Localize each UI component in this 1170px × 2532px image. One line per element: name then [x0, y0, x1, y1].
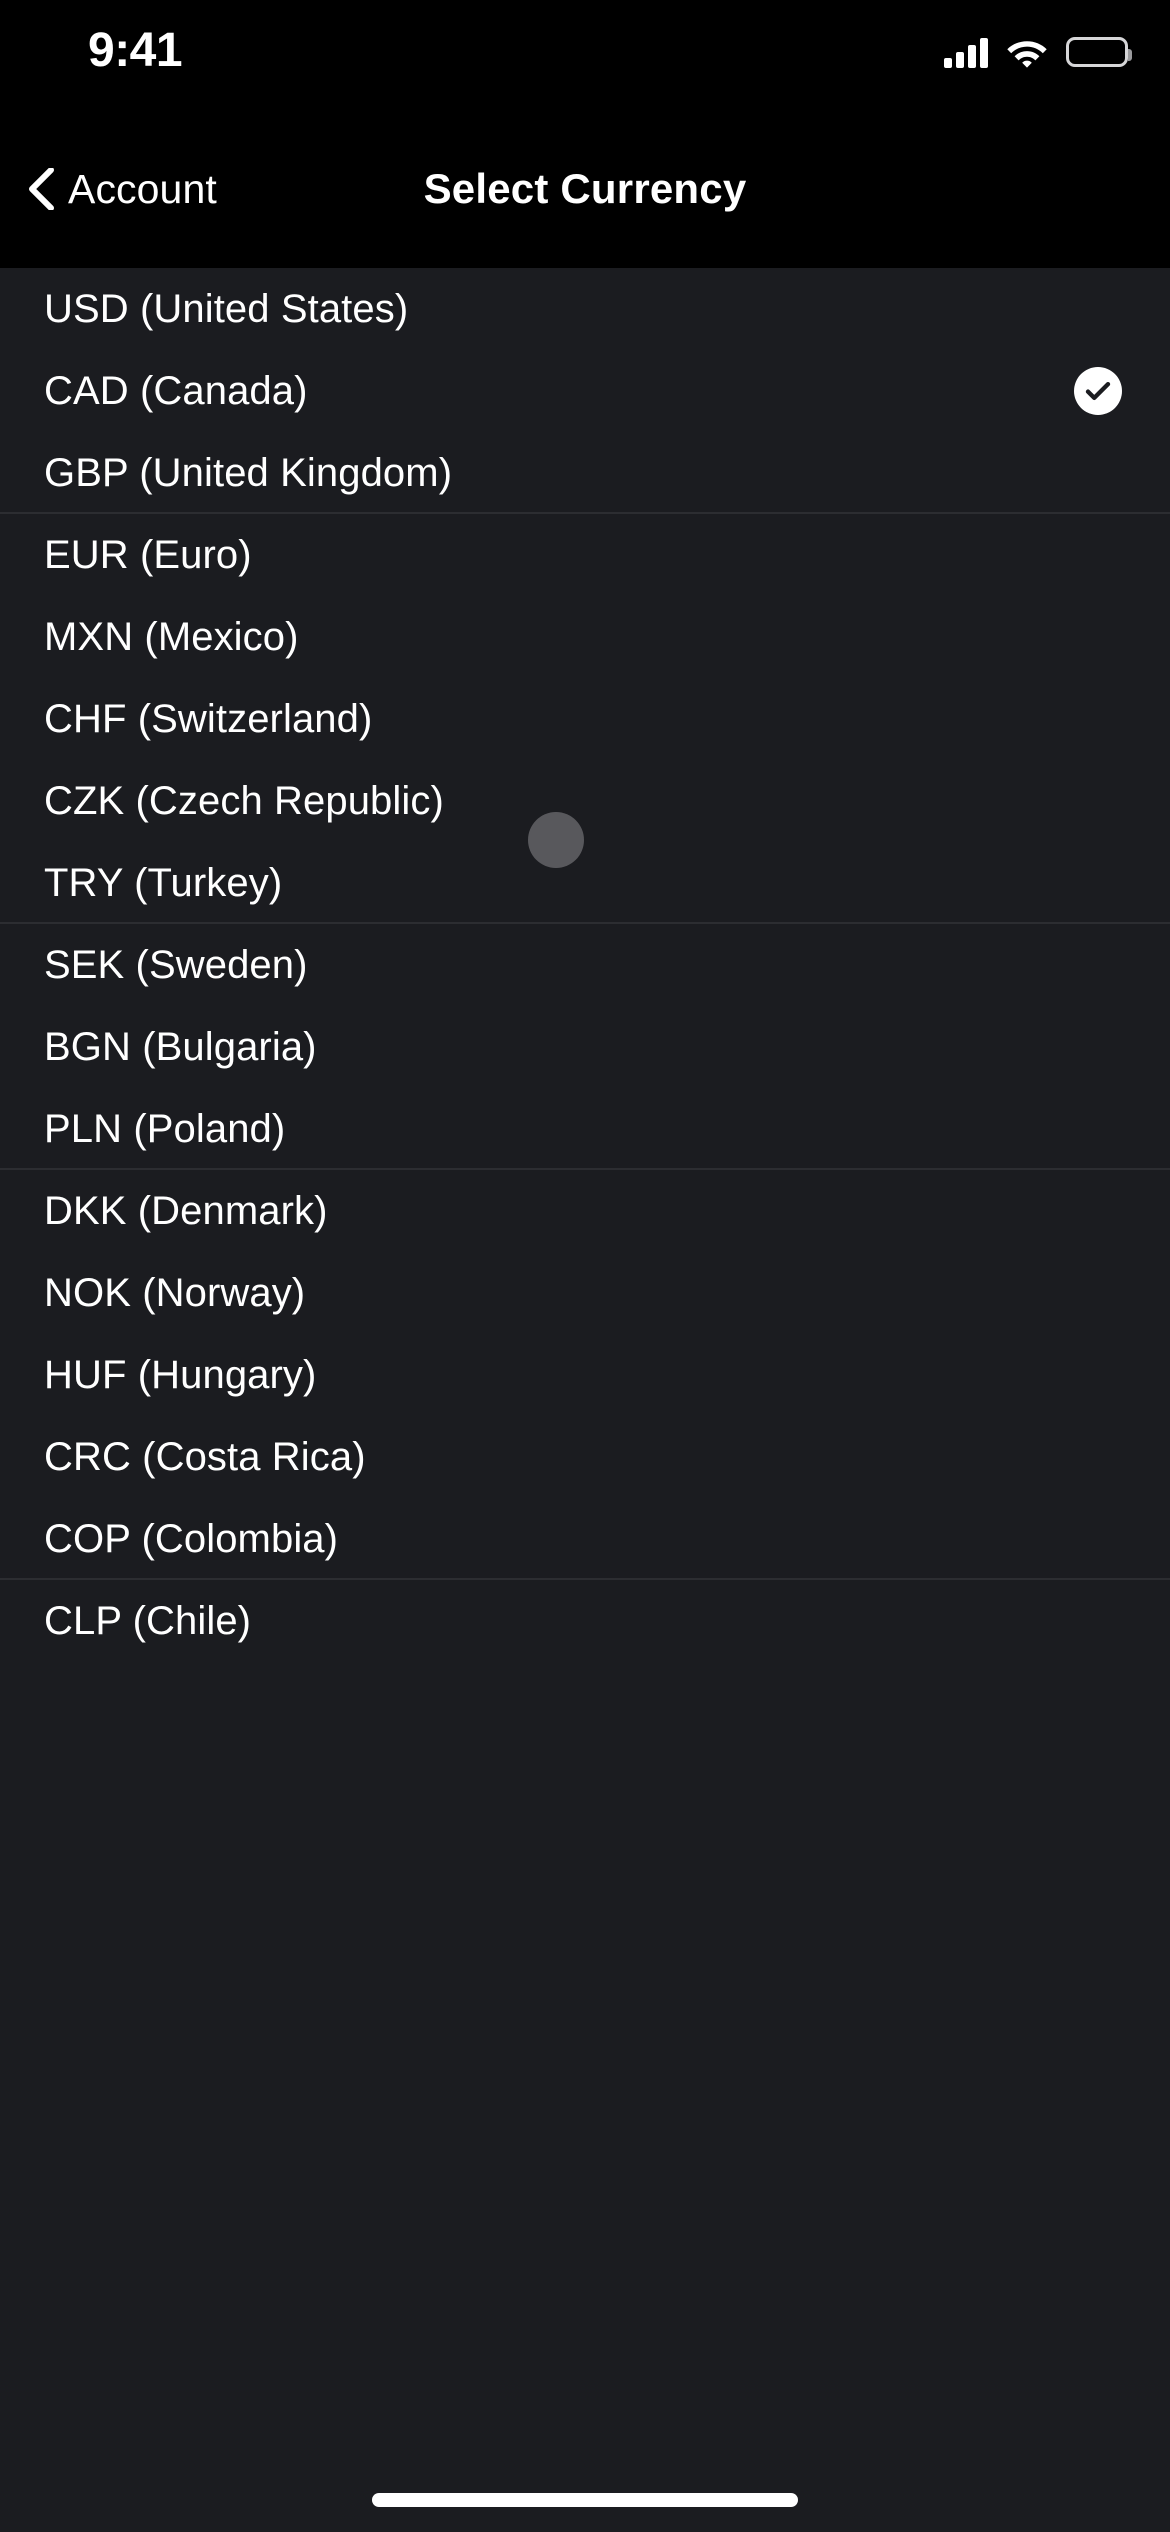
currency-row-crc[interactable]: CRC (Costa Rica) [0, 1416, 1170, 1498]
currency-row-cop[interactable]: COP (Colombia) [0, 1498, 1170, 1580]
touch-cursor [528, 812, 584, 868]
currency-row-clp[interactable]: CLP (Chile) [0, 1580, 1170, 1662]
status-bar: 9:41 [0, 0, 1170, 110]
wifi-icon [1006, 37, 1048, 68]
currency-row-label: CRC (Costa Rica) [44, 1435, 366, 1479]
currency-row-label: PLN (Poland) [44, 1107, 286, 1151]
currency-row-label: MXN (Mexico) [44, 615, 299, 659]
currency-row-mxn[interactable]: MXN (Mexico) [0, 596, 1170, 678]
currency-row-czk[interactable]: CZK (Czech Republic) [0, 760, 1170, 842]
currency-row-bgn[interactable]: BGN (Bulgaria) [0, 1006, 1170, 1088]
currency-row-dkk[interactable]: DKK (Denmark) [0, 1170, 1170, 1252]
currency-row-label: USD (United States) [44, 287, 409, 331]
status-bar-time: 9:41 [88, 24, 183, 77]
currency-row-label: GBP (United Kingdom) [44, 451, 453, 495]
currency-row-label: EUR (Euro) [44, 533, 252, 577]
currency-row-label: SEK (Sweden) [44, 943, 308, 987]
currency-row-chf[interactable]: CHF (Switzerland) [0, 678, 1170, 760]
currency-row-eur[interactable]: EUR (Euro) [0, 514, 1170, 596]
battery-icon [1066, 37, 1132, 67]
phone-screen: 9:41 Account Select Currency USD (United… [0, 0, 1170, 2532]
currency-row-label: HUF (Hungary) [44, 1353, 317, 1397]
cellular-signal-icon [944, 36, 988, 68]
currency-row-label: TRY (Turkey) [44, 861, 283, 905]
home-indicator[interactable] [372, 2493, 798, 2507]
currency-row-huf[interactable]: HUF (Hungary) [0, 1334, 1170, 1416]
page-title: Select Currency [423, 165, 747, 212]
currency-row-label: CLP (Chile) [44, 1599, 252, 1643]
currency-row-label: CAD (Canada) [44, 369, 308, 413]
currency-row-usd[interactable]: USD (United States) [0, 268, 1170, 350]
currency-row-label: BGN (Bulgaria) [44, 1025, 317, 1069]
check-circle-icon [1074, 367, 1122, 415]
currency-row-nok[interactable]: NOK (Norway) [0, 1252, 1170, 1334]
status-bar-indicators [944, 30, 1132, 74]
currency-list[interactable]: USD (United States) CAD (Canada) GBP (Unit… [0, 268, 1170, 2532]
currency-row-pln[interactable]: PLN (Poland) [0, 1088, 1170, 1170]
currency-row-label: CZK (Czech Republic) [44, 779, 444, 823]
currency-row-cad[interactable]: CAD (Canada) [0, 350, 1170, 432]
currency-row-label: NOK (Norway) [44, 1271, 306, 1315]
currency-row-label: DKK (Denmark) [44, 1189, 328, 1233]
navigation-bar: Account Select Currency [0, 110, 1170, 268]
currency-row-label: COP (Colombia) [44, 1517, 339, 1561]
currency-row-try[interactable]: TRY (Turkey) [0, 842, 1170, 924]
currency-row-sek[interactable]: SEK (Sweden) [0, 924, 1170, 1006]
currency-row-gbp[interactable]: GBP (United Kingdom) [0, 432, 1170, 514]
currency-row-label: CHF (Switzerland) [44, 697, 373, 741]
